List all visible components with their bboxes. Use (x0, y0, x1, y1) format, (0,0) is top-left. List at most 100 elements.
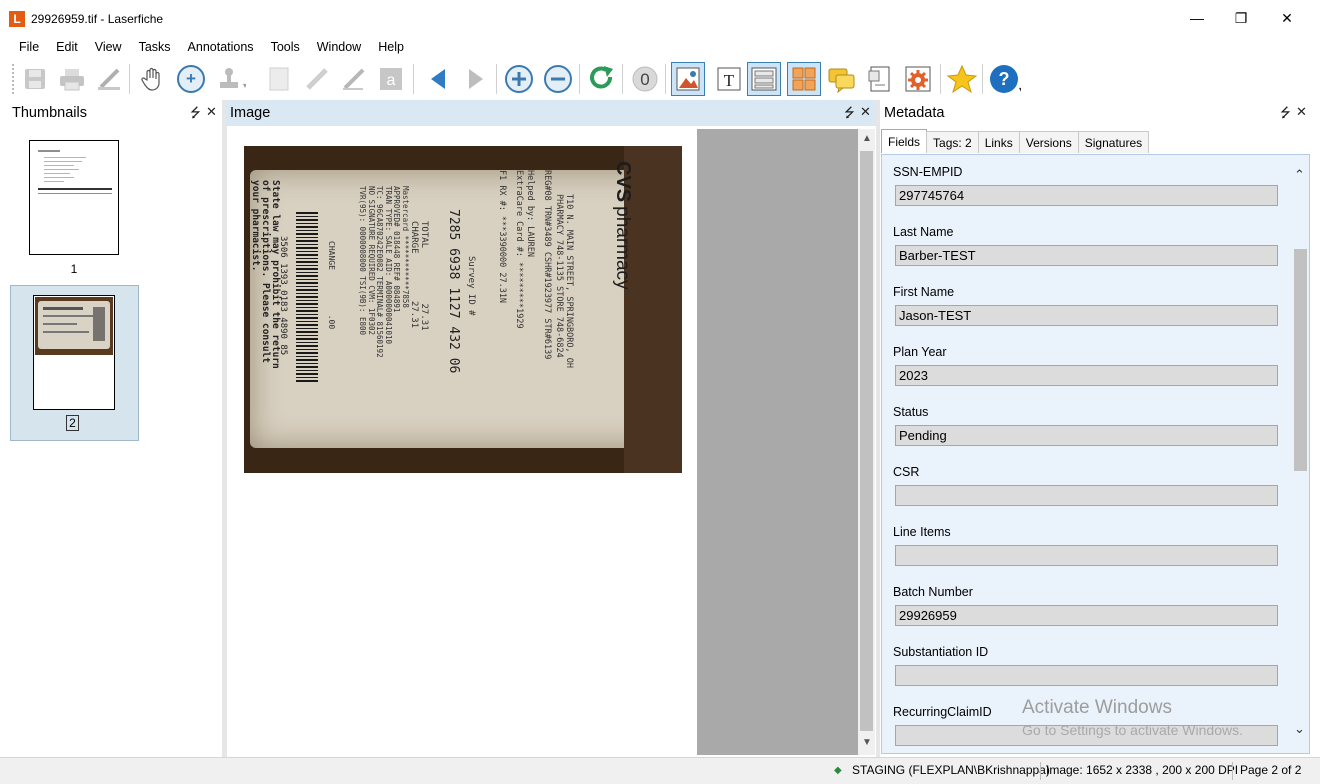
thumbnails-close-icon[interactable]: ✕ (206, 104, 217, 120)
scroll-up-arrow-icon[interactable]: ▲ (862, 133, 872, 144)
save-icon[interactable] (18, 62, 52, 96)
image-viewer[interactable]: CVS pharmacy T10 N. MAIN STREET, SPRINGB… (228, 129, 858, 755)
receipt-address-line1: T10 N. MAIN STREET, SPRINGBORO, OH (564, 194, 574, 368)
draw-pen-icon[interactable] (337, 62, 371, 96)
thumbnails-pin-icon[interactable]: ⭍ (190, 104, 201, 126)
minimize-button[interactable]: — (1174, 4, 1220, 32)
next-page-icon[interactable] (459, 62, 493, 96)
field-input-first-name[interactable]: Jason-TEST (895, 305, 1278, 326)
field-input-last-name[interactable]: Barber-TEST (895, 245, 1278, 266)
toolbar-grip[interactable] (12, 64, 15, 94)
connection-status-icon: ◆ (834, 765, 842, 776)
field-input-plan-year[interactable]: 2023 (895, 365, 1278, 386)
metadata-pane-title: Metadata (884, 105, 945, 121)
receipt-brand: CVS pharmacy (612, 161, 634, 290)
status-page-info: Page 2 of 2 (1240, 763, 1302, 777)
restore-button[interactable]: ❐ (1218, 4, 1264, 32)
stamp-icon[interactable]: ▾ (214, 62, 248, 96)
receipt-footer: State law may prohibit the return of pre… (250, 180, 281, 369)
properties-view-icon[interactable] (863, 62, 897, 96)
field-input-ssn-empid[interactable]: 297745764 (895, 185, 1278, 206)
field-label-first-name: First Name (893, 285, 955, 299)
tab-links[interactable]: Links (977, 131, 1020, 153)
ocr-icon[interactable]: 0 (628, 62, 662, 96)
annotations-view-icon[interactable] (825, 62, 859, 96)
metadata-scrollbar[interactable]: ⌃ ⌄ (1292, 155, 1309, 753)
menu-file[interactable]: File (19, 40, 39, 54)
field-label-status: Status (893, 405, 929, 419)
image-close-icon[interactable]: ✕ (860, 104, 871, 120)
thumbnails-view-icon[interactable] (787, 62, 821, 96)
rotate-icon[interactable] (585, 62, 619, 96)
image-view-icon[interactable] (671, 62, 705, 96)
metadata-scrollbar-thumb[interactable] (1294, 249, 1307, 471)
svg-text:0: 0 (640, 70, 649, 89)
field-input-status[interactable]: Pending (895, 425, 1278, 446)
print-icon[interactable] (55, 62, 89, 96)
receipt-total-label: TOTAL (419, 221, 429, 249)
edit-pen-icon[interactable] (92, 62, 126, 96)
menu-view[interactable]: View (95, 40, 122, 54)
menu-window[interactable]: Window (317, 40, 361, 54)
tab-signatures[interactable]: Signatures (1077, 131, 1150, 153)
text-view-icon[interactable]: T (712, 62, 746, 96)
help-icon[interactable]: ?▾ (988, 62, 1022, 96)
field-label-batch-number: Batch Number (893, 585, 973, 599)
splitter-right[interactable] (876, 100, 880, 757)
previous-page-icon[interactable] (421, 62, 455, 96)
menu-help[interactable]: Help (378, 40, 404, 54)
highlight-pen-icon[interactable] (300, 62, 334, 96)
image-pin-icon[interactable]: ⭍ (844, 104, 855, 126)
menu-tools[interactable]: Tools (271, 40, 300, 54)
activate-windows-subtitle: Go to Settings to activate Windows. (1022, 722, 1243, 738)
fields-view-icon[interactable] (747, 62, 781, 96)
menu-edit[interactable]: Edit (56, 40, 78, 54)
field-input-batch-number[interactable]: 29926959 (895, 605, 1278, 626)
settings-icon[interactable] (901, 62, 935, 96)
sticky-note-icon[interactable] (262, 62, 296, 96)
close-window-button[interactable]: ✕ (1264, 4, 1310, 32)
laserfiche-logo-icon: L (9, 11, 25, 27)
status-image-info: Image: 1652 x 2338 , 200 x 200 DPI (1046, 763, 1239, 777)
tab-versions[interactable]: Versions (1018, 131, 1079, 153)
metadata-close-icon[interactable]: ✕ (1296, 104, 1307, 120)
splitter-left[interactable] (222, 100, 227, 757)
svg-text:▾: ▾ (243, 81, 246, 90)
text-annotation-icon[interactable]: a (374, 62, 408, 96)
image-scrollbar[interactable]: ▲ ▼ (858, 129, 875, 755)
receipt-helped-by: Helped by: LAUREN (525, 170, 535, 257)
zoom-in-icon[interactable] (502, 62, 536, 96)
status-connection: STAGING (FLEXPLAN\BKrishnappa) (852, 763, 1050, 777)
favorite-star-icon[interactable] (945, 62, 979, 96)
zoom-out-icon[interactable] (541, 62, 575, 96)
field-input-substantiation-id[interactable] (895, 665, 1278, 686)
svg-text:a: a (387, 72, 396, 89)
tab-fields[interactable]: Fields (881, 129, 928, 153)
metadata-scroll-down-icon[interactable]: ⌄ (1294, 721, 1305, 737)
thumbnail-page-1[interactable] (29, 140, 119, 255)
receipt-rx-line: F1 RX #: ***3390000 27.31N (497, 170, 507, 304)
thumbnails-pane-header: Thumbnails (8, 100, 220, 126)
field-label-line-items: Line Items (893, 525, 951, 539)
receipt-change-value: .00 (327, 314, 336, 330)
activate-windows-title: Activate Windows (1022, 697, 1172, 718)
menu-annotations[interactable]: Annotations (188, 40, 254, 54)
thumbnails-pane-title: Thumbnails (12, 105, 87, 121)
metadata-scroll-up-icon[interactable]: ⌃ (1294, 167, 1305, 183)
thumbnail-page-2[interactable] (33, 295, 115, 410)
receipt-total-value: 27.31 (419, 303, 429, 331)
image-scrollbar-thumb[interactable] (860, 151, 873, 731)
zoom-in-magnifier-icon[interactable]: + (174, 62, 208, 96)
pan-hand-icon[interactable] (136, 62, 170, 96)
svg-text:T: T (724, 71, 735, 90)
metadata-pin-icon[interactable]: ⭍ (1280, 104, 1291, 126)
field-label-substantiation-id: Substantiation ID (893, 645, 989, 659)
metadata-pane-header: Metadata (880, 100, 1312, 126)
menu-tasks[interactable]: Tasks (139, 40, 171, 54)
title-bar: L 29926959.tif - Laserfiche — ❐ ✕ (0, 0, 1320, 36)
field-label-ssn-empid: SSN-EMPID (893, 165, 963, 179)
field-input-line-items[interactable] (895, 545, 1278, 566)
field-input-csr[interactable] (895, 485, 1278, 506)
scroll-down-arrow-icon[interactable]: ▼ (862, 737, 872, 748)
tab-tags[interactable]: Tags: 2 (926, 131, 979, 153)
